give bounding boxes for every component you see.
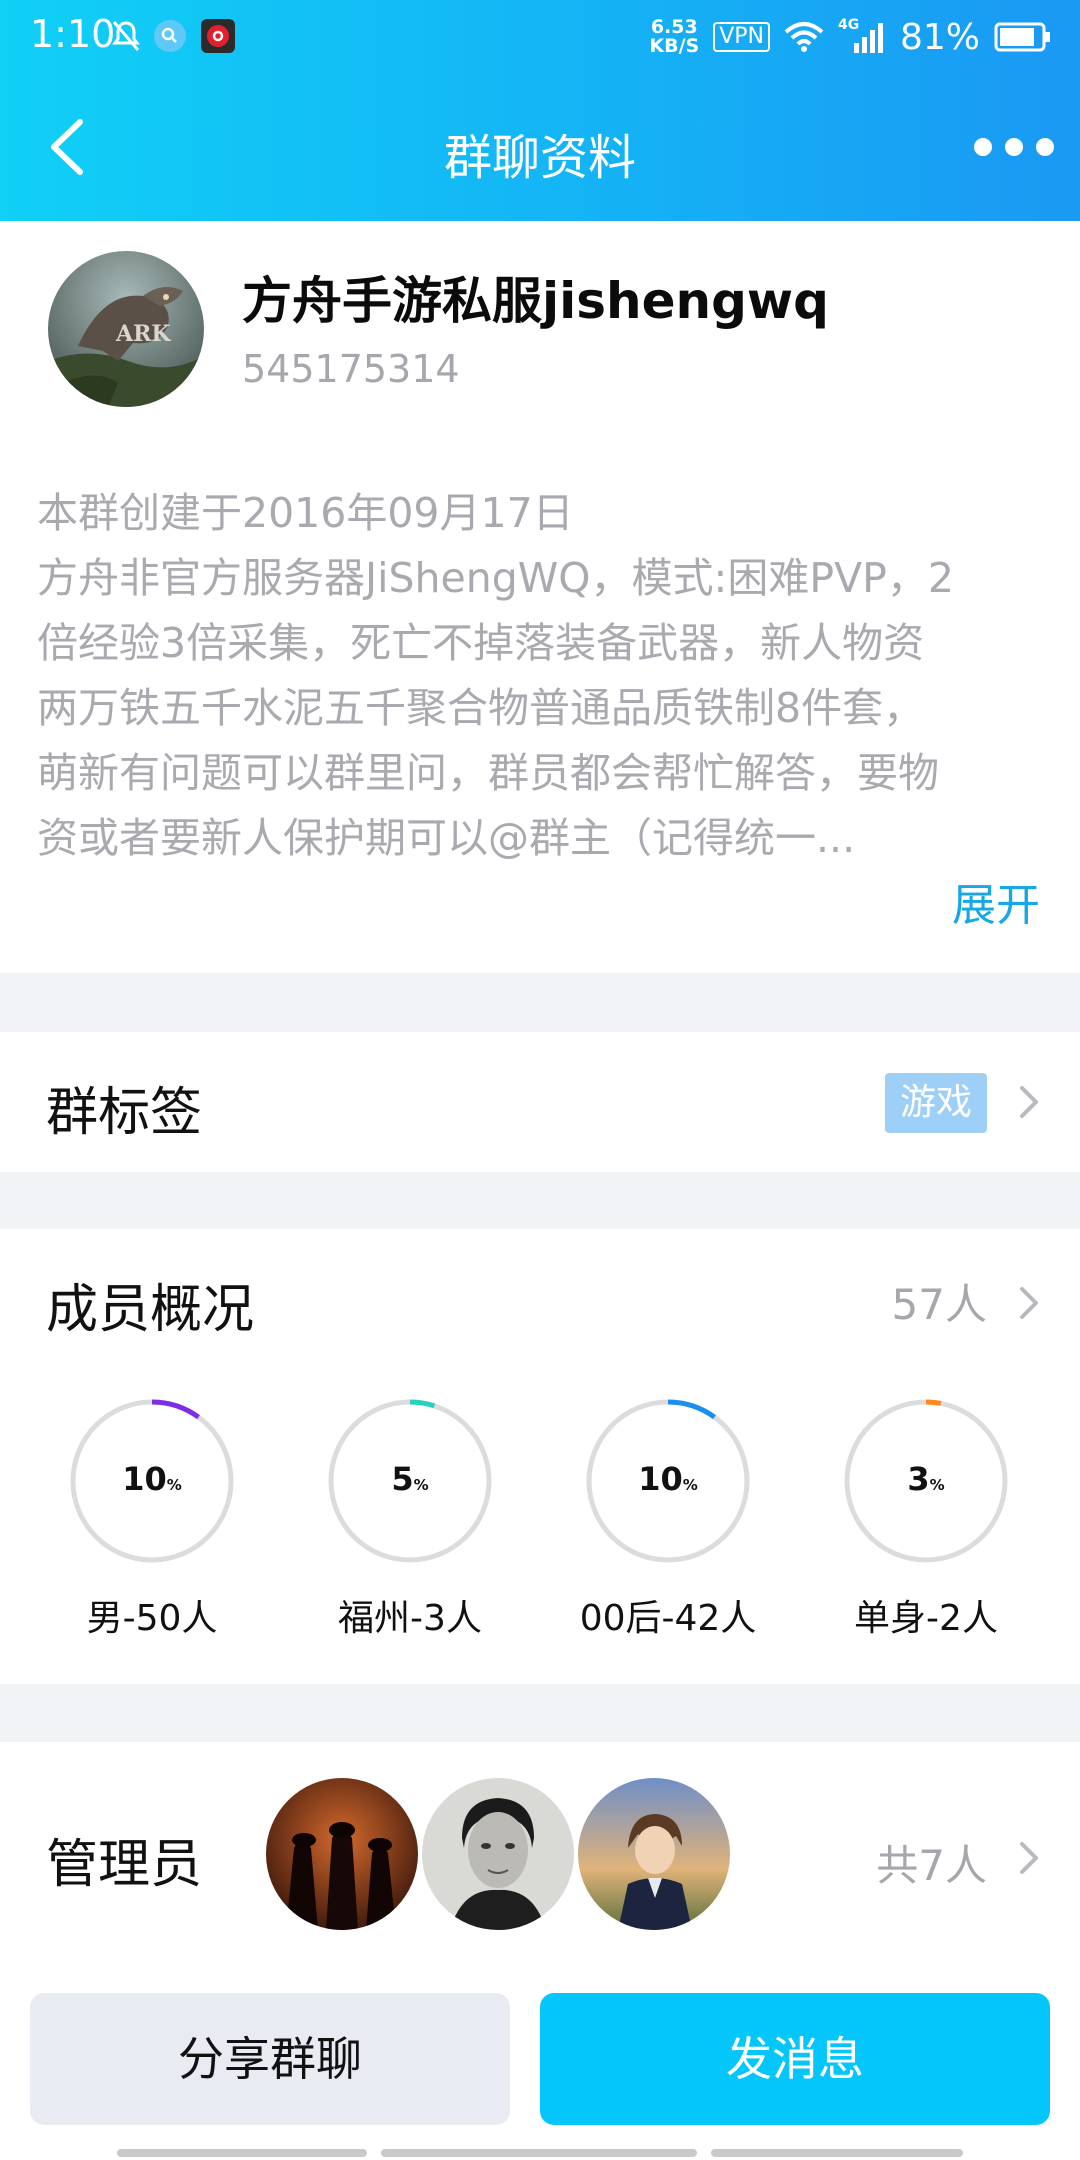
description-line: 萌新有问题可以群里问，群员都会帮忙解答，要物: [37, 749, 939, 797]
group-info-card: ARK 方舟手游私服jishengwq 545175314 本群创建于2016年…: [0, 221, 1080, 973]
stat-value: 5%: [391, 1460, 429, 1498]
description-line: 资或者要新人保护期可以@群主（记得统一...: [37, 814, 856, 862]
description-line: 方舟非官方服务器JiShengWQ，模式:困难PVP，2: [37, 554, 954, 602]
nav-gesture-bar: [381, 2149, 697, 2157]
more-dots-icon[interactable]: [974, 124, 1054, 170]
stat-value: 3%: [907, 1460, 945, 1498]
avatar[interactable]: [266, 1778, 418, 1930]
admins-row[interactable]: 管理员 共7人: [0, 1742, 1080, 1977]
dot: [974, 138, 992, 156]
description-line: 倍经验3倍采集，死亡不掉落装备武器，新人物资: [37, 619, 925, 667]
battery-percent: 81%: [899, 16, 980, 58]
group-description: 本群创建于2016年09月17日 方舟非官方服务器JiShengWQ，模式:困难…: [37, 481, 1047, 871]
header-bar: 1:10 6.53 KB/S VPN 4G 81% 群聊资料: [0, 0, 1080, 221]
dot: [1036, 138, 1054, 156]
group-avatar[interactable]: ARK: [48, 251, 204, 407]
stat-label: 单身-2人: [854, 1598, 998, 1639]
admins-label: 管理员: [46, 1835, 203, 1895]
tag-badge: 游戏: [885, 1073, 987, 1133]
search-app-icon: [154, 20, 186, 52]
title-bar: 群聊资料: [0, 74, 1080, 221]
stat-label: 福州-3人: [338, 1598, 482, 1639]
description-line: 两万铁五千水泥五千聚合物普通品质铁制8件套，: [37, 684, 925, 732]
admin-avatar-image: [422, 1778, 574, 1930]
chevron-right-icon[interactable]: [1018, 1285, 1040, 1321]
stat-value: 10%: [638, 1460, 698, 1498]
netease-music-icon: [201, 19, 235, 53]
wifi-icon: [784, 22, 824, 52]
page-title: 群聊资料: [443, 130, 636, 186]
stat-label: 00后-42人: [579, 1598, 757, 1639]
member-stat-region[interactable]: 5% 福州-3人: [295, 1398, 525, 1648]
group-tags-row[interactable]: 群标签 游戏: [0, 1032, 1080, 1172]
description-line: 本群创建于2016年09月17日: [37, 489, 574, 537]
chevron-right-icon: [1020, 1086, 1038, 1118]
net-speed: 6.53 KB/S: [649, 18, 699, 56]
member-stat-single[interactable]: 3% 单身-2人: [811, 1398, 1041, 1648]
member-stat-age[interactable]: 10% 00后-42人: [553, 1398, 783, 1648]
group-tags-label: 群标签: [46, 1083, 203, 1143]
group-id: 545175314: [242, 347, 460, 391]
share-group-button[interactable]: 分享群聊: [30, 1993, 510, 2125]
members-overview-label: 成员概况: [46, 1280, 255, 1340]
status-bar: 1:10 6.53 KB/S VPN 4G 81%: [0, 0, 1080, 74]
net-speed-unit: KB/S: [649, 35, 700, 57]
admin-avatar-image: [266, 1778, 418, 1930]
battery-icon: [994, 22, 1050, 52]
expand-link[interactable]: 展开: [952, 869, 1040, 933]
members-overview-card: 成员概况 57人 10% 男-50人 5% 福州-3人 10% 00后-42人: [0, 1229, 1080, 1684]
mute-bell-icon: [112, 21, 140, 51]
stat-value: 10%: [122, 1460, 182, 1498]
ark-dinosaur-avatar-image: ARK: [48, 251, 204, 407]
nav-gesture-bar: [117, 2149, 367, 2157]
signal-bars-icon: [853, 23, 883, 53]
status-right: 6.53 KB/S VPN 4G 81%: [649, 12, 1052, 62]
dot: [1005, 138, 1023, 156]
ark-logo-text: ARK: [115, 321, 171, 347]
stat-label: 男-50人: [86, 1598, 218, 1639]
vpn-badge: VPN: [713, 22, 770, 52]
group-name: 方舟手游私服jishengwq: [242, 272, 829, 330]
nav-gesture-bar: [711, 2149, 963, 2157]
admin-avatar-image: [578, 1778, 730, 1930]
send-message-button[interactable]: 发消息: [540, 1993, 1050, 2125]
avatar[interactable]: [578, 1778, 730, 1930]
status-time: 1:10: [30, 12, 116, 56]
member-stat-gender[interactable]: 10% 男-50人: [37, 1398, 267, 1648]
chevron-right-icon: [1020, 1842, 1038, 1874]
bottom-action-bar: 分享群聊 发消息: [0, 1963, 1080, 2160]
members-count[interactable]: 57人: [892, 1271, 987, 1332]
avatar[interactable]: [422, 1778, 574, 1930]
signal-icon: 4G: [838, 17, 886, 57]
admins-total: 共7人: [876, 1841, 987, 1890]
